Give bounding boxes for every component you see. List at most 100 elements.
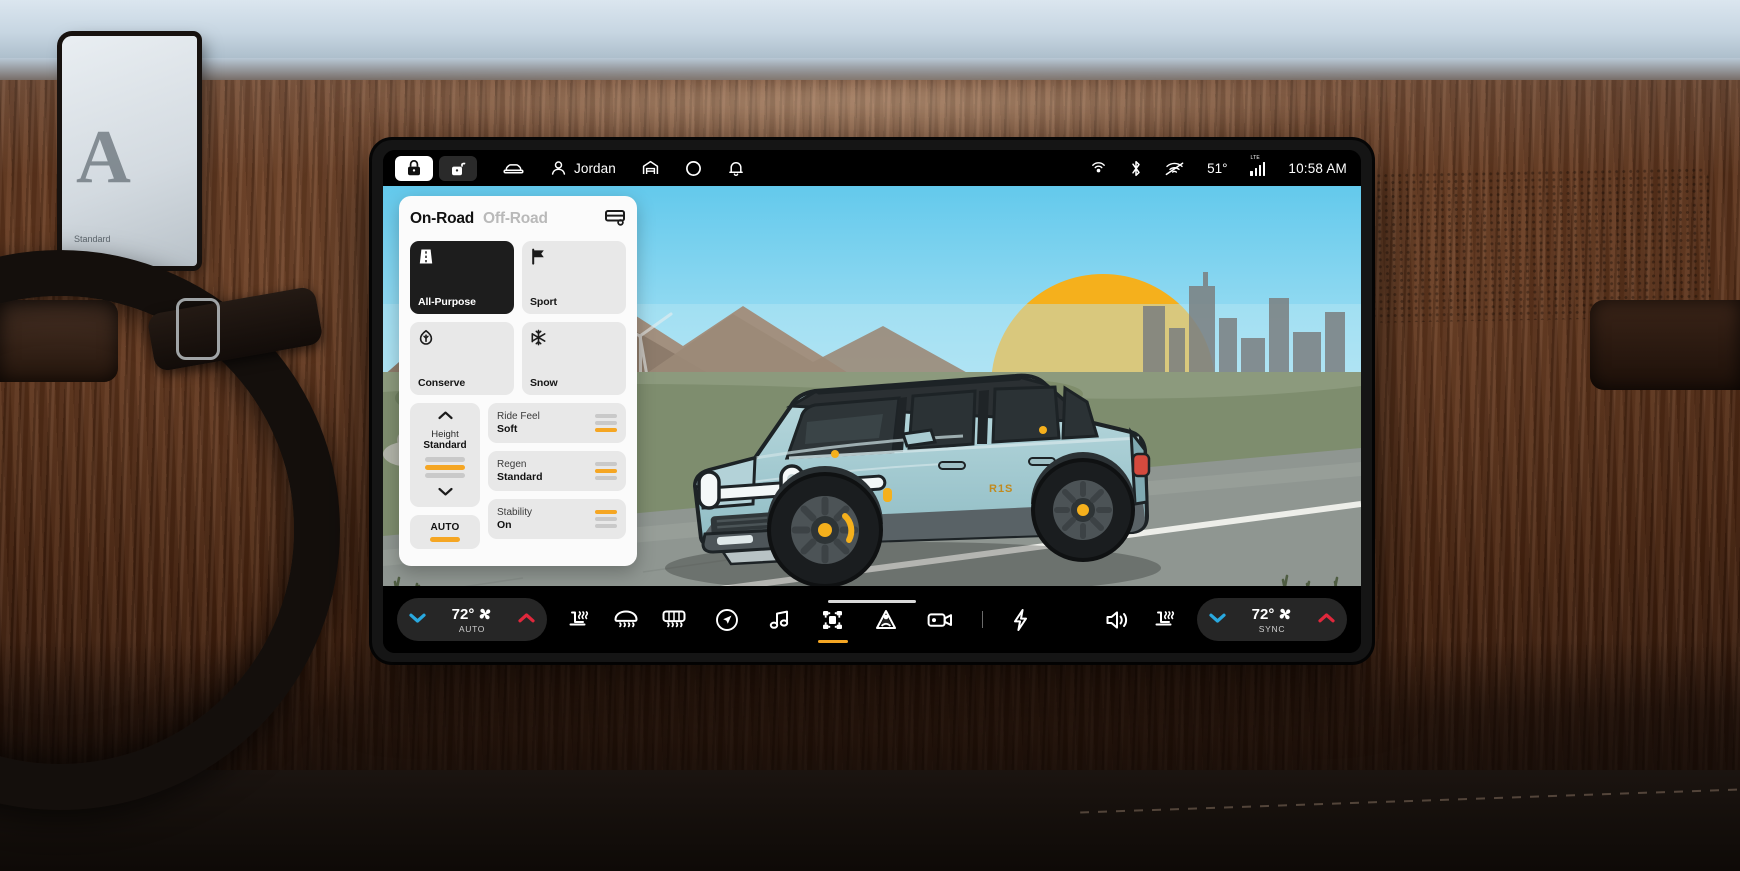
vehicle-button[interactable] — [503, 161, 524, 175]
chevron-up-icon — [518, 612, 535, 622]
status-bar-left: Jordan — [383, 155, 744, 181]
passenger-temp-value: 72° — [1251, 605, 1275, 623]
home-indicator[interactable] — [828, 599, 916, 603]
mode-label: Sport — [530, 296, 557, 308]
bolt-icon — [1014, 608, 1027, 631]
option-segment — [595, 509, 617, 515]
driver-climate-mode: AUTO — [458, 623, 486, 634]
passenger-climate-control[interactable]: 72° SYNC — [1197, 598, 1347, 641]
height-title: Height — [431, 429, 459, 440]
media-button[interactable] — [768, 608, 791, 631]
option-regen[interactable]: Regen Standard — [488, 451, 626, 491]
auto-height-button[interactable]: AUTO — [410, 515, 480, 549]
rivian-logo-button[interactable] — [685, 160, 702, 177]
passenger-seat-heater-button[interactable] — [1153, 609, 1177, 631]
driver-assist-button[interactable] — [874, 608, 898, 632]
charging-button[interactable] — [1012, 608, 1029, 632]
toolbar-right-buttons — [1105, 609, 1177, 631]
trailer-button[interactable] — [604, 208, 626, 231]
driver-climate-control[interactable]: 72° AUTO — [397, 598, 547, 641]
option-name: Regen — [497, 459, 527, 470]
height-segment — [425, 465, 465, 470]
volume-button[interactable] — [1105, 609, 1131, 631]
navigation-button[interactable] — [715, 608, 739, 632]
trailer-icon — [605, 209, 625, 226]
option-name: Stability — [497, 507, 533, 518]
height-control[interactable]: Height Standard — [410, 403, 480, 507]
wifi-off-icon — [1165, 161, 1184, 176]
toolbar-divider — [982, 611, 983, 628]
hotspot-icon — [1090, 161, 1107, 176]
seat-heater-icon — [1155, 610, 1175, 625]
height-segments — [425, 457, 465, 478]
air-vent-right — [1590, 300, 1740, 390]
auto-indicator — [430, 537, 460, 542]
fan-icon — [480, 608, 491, 620]
driver-temp-up-button[interactable] — [517, 611, 536, 629]
lte-label: LTE — [1250, 154, 1260, 161]
rear-defrost-icon — [662, 610, 686, 628]
active-indicator — [817, 639, 848, 643]
front-defrost-button[interactable] — [613, 609, 639, 630]
camera-icon — [927, 612, 952, 627]
tab-on-road[interactable]: On-Road — [410, 210, 474, 228]
chevron-down-icon — [437, 487, 453, 496]
mode-label: Snow — [530, 377, 558, 389]
option-stability[interactable]: Stability On — [488, 499, 626, 539]
option-segment — [595, 468, 617, 474]
passenger-climate-mode: SYNC — [1258, 623, 1286, 634]
height-down-button[interactable] — [437, 484, 454, 502]
notifications-button[interactable] — [728, 160, 744, 177]
bottom-toolbar: 72° AUTO 72° SYNC — [383, 586, 1361, 653]
chevron-up-icon — [437, 411, 453, 420]
passenger-temp-down-button[interactable] — [1208, 611, 1227, 629]
option-segment — [595, 523, 617, 529]
drive-mode-grid: All-Purpose Sport Conserve Snow — [410, 241, 626, 395]
toolbar-center-buttons — [715, 599, 1029, 643]
mode-card-conserve[interactable]: Conserve — [410, 322, 514, 395]
auto-label: AUTO — [430, 522, 460, 533]
height-segment — [425, 457, 465, 462]
mode-label: All-Purpose — [418, 296, 476, 308]
passenger-temp-up-button[interactable] — [1317, 611, 1336, 629]
profile-name: Jordan — [574, 160, 616, 176]
option-segment — [595, 475, 617, 481]
status-bar: Jordan 51° LTE 10:58 AM — [383, 150, 1361, 186]
height-up-button[interactable] — [437, 408, 454, 426]
driver-seat-heater-button[interactable] — [567, 609, 591, 631]
mode-card-all-purpose[interactable]: All-Purpose — [410, 241, 514, 314]
mode-card-snow[interactable]: Snow — [522, 322, 626, 395]
cluster-glyph: A — [76, 115, 131, 199]
driver-temp-down-button[interactable] — [408, 611, 427, 629]
option-segments — [595, 461, 617, 481]
garage-button[interactable] — [642, 160, 659, 176]
garage-icon — [642, 160, 659, 174]
option-value: Soft — [497, 423, 518, 435]
profile-button[interactable] — [550, 160, 567, 176]
cluster-label: Standard — [74, 234, 111, 244]
camera-button[interactable] — [927, 611, 953, 629]
option-ride-feel[interactable]: Ride Feel Soft — [488, 403, 626, 443]
driver-temp-value: 72° — [451, 605, 475, 623]
steering-wheel-button[interactable] — [176, 298, 220, 360]
chassis-icon — [823, 610, 842, 629]
bell-icon — [729, 161, 743, 176]
tab-off-road[interactable]: Off-Road — [483, 210, 548, 228]
svg-text:R1S: R1S — [989, 483, 1013, 495]
drive-modes-button[interactable] — [817, 608, 848, 643]
unlock-button[interactable] — [439, 155, 477, 181]
status-bar-right: 51° LTE 10:58 AM — [1090, 155, 1361, 177]
mode-card-sport[interactable]: Sport — [522, 241, 626, 314]
drive-settings: Height Standard AUTO Ride Feel Soft Rege… — [410, 403, 626, 549]
chevron-up-icon — [1318, 612, 1335, 622]
circle-logo-icon — [685, 160, 701, 176]
option-segments — [595, 413, 617, 433]
option-segment — [595, 427, 617, 433]
rear-defrost-button[interactable] — [661, 609, 687, 630]
lock-button[interactable] — [395, 155, 433, 181]
clock: 10:58 AM — [1288, 160, 1347, 176]
option-value: On — [497, 519, 512, 531]
lock-icon — [408, 160, 420, 176]
front-defrost-icon — [614, 610, 638, 628]
unlock-icon — [451, 162, 465, 176]
